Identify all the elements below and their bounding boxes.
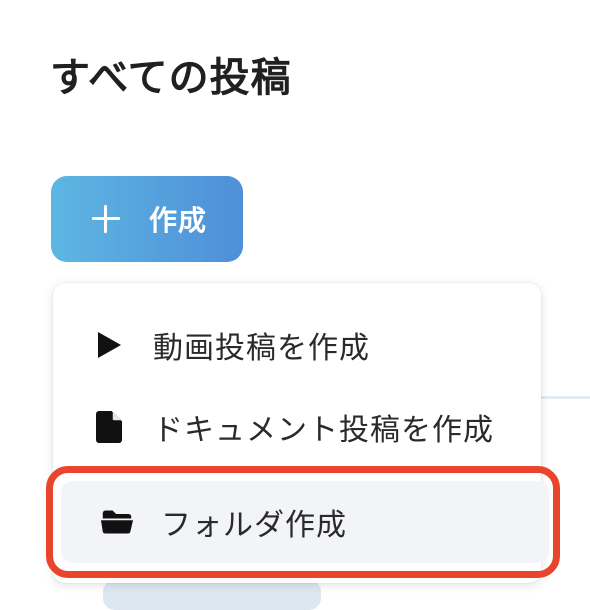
document-icon: [93, 411, 125, 443]
background-divider: [540, 396, 590, 399]
create-dropdown-menu: 動画投稿を作成 ドキュメント投稿を作成 フォルダ作成: [53, 283, 549, 583]
create-button-label: 作成: [149, 204, 208, 237]
menu-item-label: 動画投稿を作成: [153, 331, 370, 366]
menu-item-label: ドキュメント投稿を作成: [153, 413, 494, 448]
menu-item-create-folder[interactable]: フォルダ作成: [61, 481, 549, 563]
menu-item-create-video-post[interactable]: 動画投稿を作成: [53, 305, 541, 385]
page-title: すべての投稿: [50, 55, 292, 101]
menu-item-create-document-post[interactable]: ドキュメント投稿を作成: [53, 387, 541, 467]
plus-icon: [91, 204, 121, 234]
menu-item-label: フォルダ作成: [161, 508, 347, 543]
play-icon: [93, 329, 125, 361]
background-list-item: [103, 580, 321, 610]
create-button[interactable]: 作成: [51, 176, 243, 262]
folder-icon: [101, 506, 133, 538]
